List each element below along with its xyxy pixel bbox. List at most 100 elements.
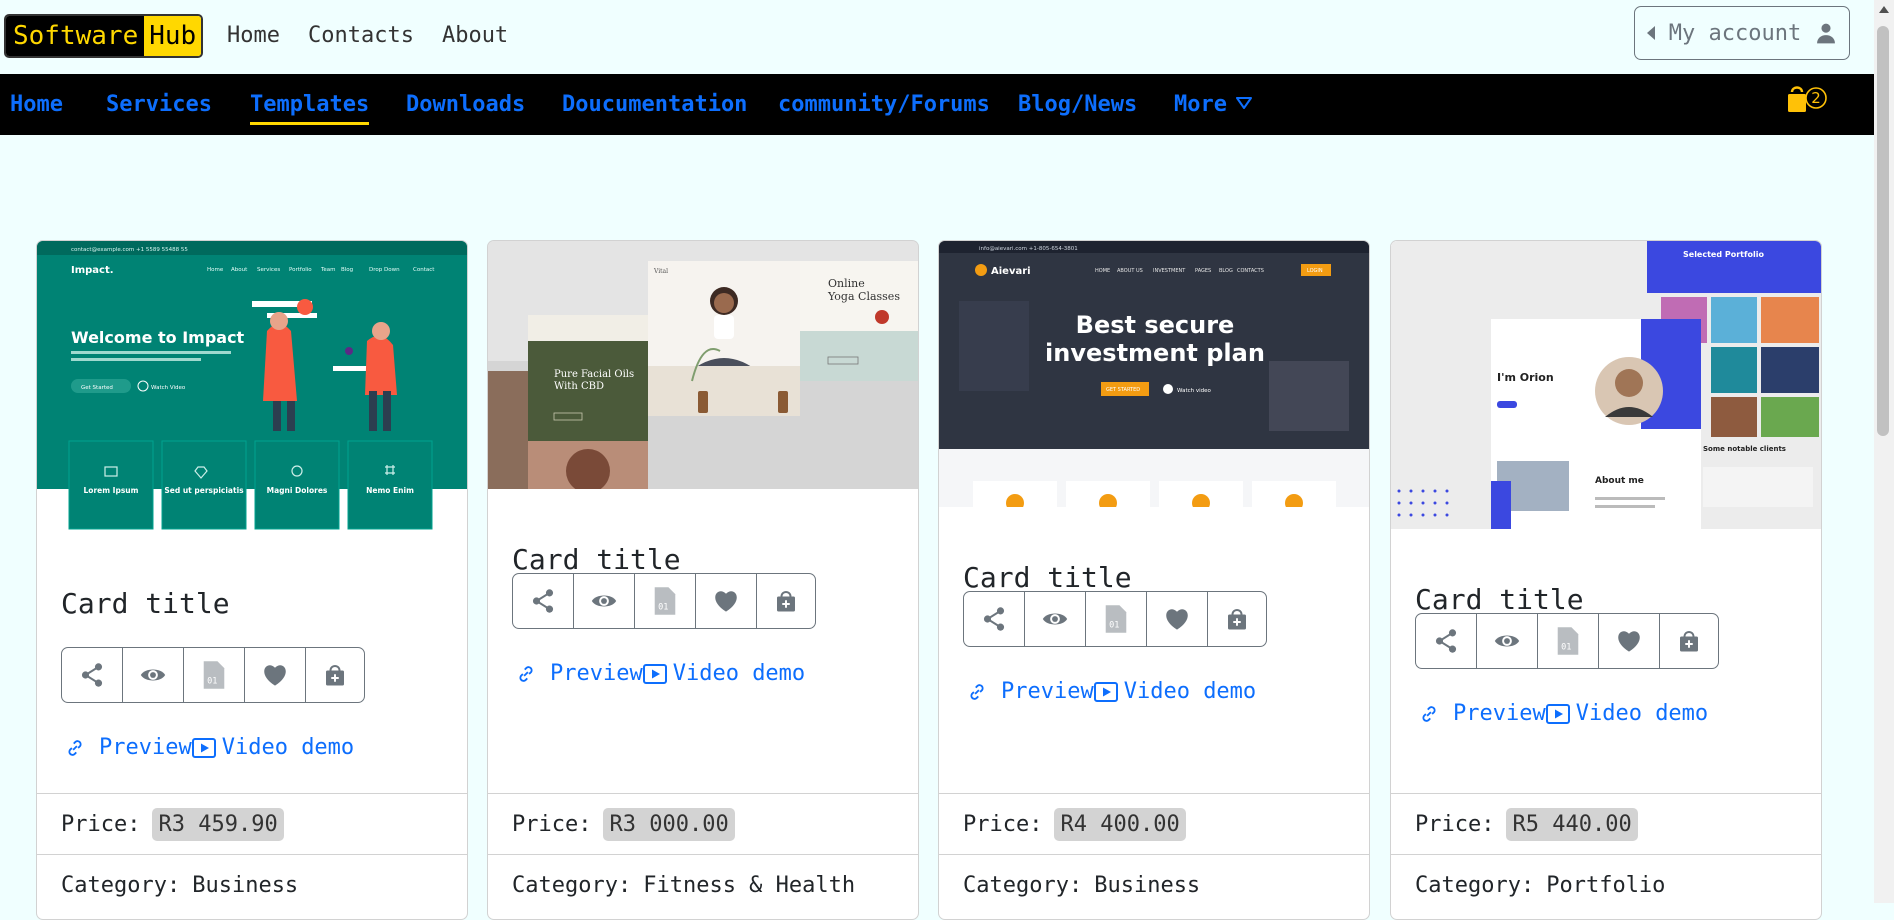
add-to-cart-button[interactable]	[1660, 614, 1718, 668]
price-label: Price:	[61, 811, 141, 837]
share-icon	[532, 589, 554, 613]
share-button[interactable]	[964, 592, 1025, 646]
thumb-topbar-text: contact@example.com +1 5589 55488 55	[71, 247, 188, 253]
category-value: Business	[192, 872, 299, 898]
play-btn-icon[interactable]	[1093, 681, 1118, 702]
preview-link[interactable]: Preview	[99, 735, 192, 760]
preview-link[interactable]: Preview	[550, 661, 643, 686]
brand-logo[interactable]: Software Hub	[4, 14, 204, 58]
thumb-nav-2: Services	[257, 267, 280, 273]
play-btn-icon[interactable]	[191, 737, 216, 758]
add-to-cart-button[interactable]	[757, 574, 815, 628]
price-badge: R4 400.00	[1054, 807, 1186, 841]
thumb-logo: Impact.	[71, 265, 114, 276]
card-links: Preview Video demo	[1419, 701, 1708, 726]
file-button[interactable]: 01	[184, 648, 245, 702]
mainnav-more[interactable]: More	[1174, 91, 1227, 119]
play-btn-icon[interactable]	[642, 663, 667, 684]
card-action-group: 01	[61, 647, 365, 703]
file-button[interactable]: 01	[635, 574, 696, 628]
bag-plus-icon	[1228, 609, 1246, 630]
mainnav-downloads[interactable]: Downloads	[406, 91, 525, 119]
mainnav-services[interactable]: Services	[106, 91, 212, 119]
card-action-group: 01	[1415, 613, 1719, 669]
view-button[interactable]	[1477, 614, 1538, 668]
category-label: Category:	[963, 872, 1083, 898]
binary-file-icon: 01	[654, 587, 676, 615]
thumb-name: I'm Orion	[1497, 371, 1554, 384]
thumb-nav-6: Drop Down	[369, 267, 400, 273]
top-nav: Home Contacts About	[227, 20, 508, 52]
view-button[interactable]	[1025, 592, 1086, 646]
video-demo-link[interactable]: Video demo	[673, 661, 805, 686]
thumb-topbar-text: info@aievari.com +1-805-654-3801	[979, 246, 1078, 252]
bag-plus-icon	[1680, 631, 1698, 652]
aievari-template-preview: info@aievari.com +1-805-654-3801 Aievari…	[939, 241, 1369, 507]
favorite-button[interactable]	[245, 648, 306, 702]
thumb-nav-7: Contact	[413, 267, 435, 273]
favorite-button[interactable]	[1147, 592, 1208, 646]
preview-link[interactable]: Preview	[1001, 679, 1094, 704]
thumb-feature-3: Nemo Enim	[366, 486, 414, 495]
cart-button[interactable]: 2	[1786, 86, 1830, 122]
share-button[interactable]	[1416, 614, 1477, 668]
video-demo-link[interactable]: Video demo	[222, 735, 354, 760]
card-thumbnail[interactable]: info@aievari.com +1-805-654-3801 Aievari…	[939, 241, 1369, 507]
category-label: Category:	[512, 872, 632, 898]
price-badge: R5 440.00	[1506, 807, 1638, 841]
price-label: Price:	[1415, 811, 1495, 837]
scroll-up-arrow-icon[interactable]	[1879, 6, 1889, 13]
bag-plus-icon	[326, 665, 344, 686]
price-row: Price: R3 459.90	[37, 793, 467, 854]
card-links: Preview Video demo	[967, 679, 1256, 704]
svg-text:01: 01	[658, 603, 668, 613]
topnav-contacts-link[interactable]: Contacts	[308, 20, 414, 52]
thumb-feature-1: Sed ut perspiciatis	[164, 486, 244, 495]
favorite-button[interactable]	[696, 574, 757, 628]
file-button[interactable]: 01	[1086, 592, 1147, 646]
mainnav-templates[interactable]: Templates	[250, 91, 370, 125]
card-action-group: 01	[963, 591, 1267, 647]
link-icon[interactable]	[65, 738, 85, 758]
preview-link[interactable]: Preview	[1453, 701, 1546, 726]
video-demo-link[interactable]: Video demo	[1576, 701, 1708, 726]
my-account-button[interactable]: My account	[1634, 6, 1850, 60]
mainnav-documentation[interactable]: Doucumentation	[562, 91, 747, 119]
thumb-nav-3: PAGES	[1195, 268, 1211, 274]
mainnav-blog-news[interactable]: Blog/News	[1018, 91, 1137, 119]
thumb-clients: Some notable clients	[1703, 445, 1786, 453]
price-row: Price: R5 440.00	[1391, 793, 1821, 854]
link-icon[interactable]	[967, 682, 987, 702]
thumb-panel-title: Selected Portfolio	[1683, 250, 1764, 259]
thumb-brand: Vital	[653, 268, 668, 275]
view-button[interactable]	[574, 574, 635, 628]
brand-part1: Software	[6, 16, 145, 56]
link-icon[interactable]	[516, 664, 536, 684]
share-button[interactable]	[513, 574, 574, 628]
card-thumbnail[interactable]: contact@example.com +1 5589 55488 55 Imp…	[37, 241, 467, 533]
eye-icon	[591, 595, 617, 607]
scrollbar-thumb[interactable]	[1877, 26, 1889, 436]
card-thumbnail[interactable]: Selected Portfolio I'm Orion About me So…	[1391, 241, 1821, 529]
add-to-cart-button[interactable]	[306, 648, 364, 702]
share-button[interactable]	[62, 648, 123, 702]
chevron-down-icon[interactable]	[1236, 96, 1252, 110]
link-icon[interactable]	[1419, 704, 1439, 724]
mainnav-home[interactable]: Home	[10, 91, 63, 119]
template-card: info@aievari.com +1-805-654-3801 Aievari…	[938, 240, 1370, 920]
play-btn-icon[interactable]	[1545, 703, 1570, 724]
file-button[interactable]: 01	[1538, 614, 1599, 668]
thumb-nav-1: ABOUT US	[1117, 268, 1143, 274]
add-to-cart-button[interactable]	[1208, 592, 1266, 646]
thumb-nav-0: Home	[207, 267, 224, 273]
favorite-button[interactable]	[1599, 614, 1660, 668]
mainnav-community-forums[interactable]: community/Forums	[778, 91, 990, 119]
view-button[interactable]	[123, 648, 184, 702]
card-thumbnail[interactable]: Pure Facial Oils With CBD Vital Online Yog…	[488, 241, 918, 489]
video-demo-link[interactable]: Video demo	[1124, 679, 1256, 704]
topnav-home-link[interactable]: Home	[227, 20, 280, 52]
thumb-nav-2: INVESTMENT	[1153, 268, 1186, 274]
thumb-nav-0: HOME	[1095, 268, 1110, 274]
topnav-about-link[interactable]: About	[442, 20, 508, 52]
svg-text:01: 01	[1561, 643, 1571, 653]
